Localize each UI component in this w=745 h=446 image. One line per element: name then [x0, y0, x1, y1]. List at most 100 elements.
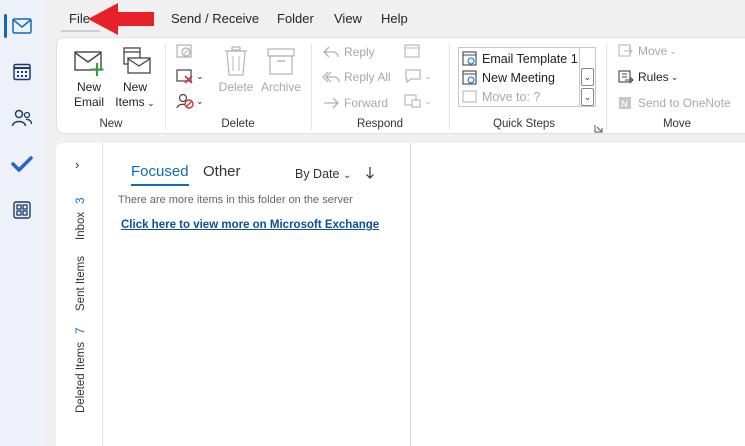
respond-group-label: Respond — [356, 118, 404, 130]
menu-send-receive[interactable]: Send / Receive — [171, 11, 259, 26]
chevron-down-icon: ⌄ — [670, 71, 679, 82]
folder-deleted-items[interactable]: Deleted Items 7 — [75, 328, 87, 413]
menu-file[interactable]: File — [61, 11, 100, 32]
chevron-down-icon: ⌄ — [144, 98, 155, 108]
expand-chevron-icon[interactable]: › — [75, 157, 79, 172]
folder-sent-items[interactable]: Sent Items — [75, 248, 87, 311]
more-chevron-icon[interactable]: ⌄ — [581, 88, 594, 106]
quick-step-label: New Meeting — [482, 71, 555, 85]
people-app-icon[interactable] — [0, 98, 44, 138]
quick-steps-group-label: Quick Steps — [493, 118, 555, 130]
delete-button[interactable]: Delete — [216, 44, 256, 95]
new-email-icon — [72, 44, 106, 78]
quick-steps-gallery: Email Template 1 New Meeting Move to: ? … — [458, 47, 596, 107]
im-icon — [405, 69, 421, 84]
menu-folder[interactable]: Folder — [277, 11, 314, 26]
new-email-button[interactable]: New Email — [69, 44, 109, 110]
quick-step-new-meeting[interactable]: New Meeting — [462, 70, 555, 86]
menu-view[interactable]: View — [334, 11, 362, 26]
move-label: Move — [638, 44, 668, 58]
new-email-label-line2: Email — [73, 95, 104, 109]
new-email-label-line1: New — [76, 80, 101, 94]
new-meeting-icon — [462, 70, 477, 85]
view-more-exchange-link[interactable]: Click here to view more on Microsoft Exc… — [121, 219, 379, 231]
red-arrow-icon — [88, 3, 154, 35]
meeting-reply-icon — [404, 44, 420, 58]
tab-focused[interactable]: Focused — [131, 163, 189, 186]
new-items-icon — [118, 44, 152, 78]
folder-label: Sent Items — [75, 256, 87, 311]
reply-button[interactable]: Reply — [322, 42, 375, 62]
ignore-button[interactable] — [175, 43, 195, 66]
quick-steps-scroll: ⌄ ⌄ — [579, 48, 595, 106]
archive-button[interactable]: Archive — [259, 44, 303, 95]
cleanup-button[interactable]: ⌄ — [175, 67, 204, 85]
mail-app-icon[interactable] — [0, 6, 44, 46]
delete-label: Delete — [218, 80, 254, 94]
svg-text:N: N — [621, 100, 628, 110]
new-items-label-line2: Items — [115, 95, 145, 109]
move-button[interactable]: Move ⌄ — [618, 41, 677, 61]
menu-help[interactable]: Help — [381, 11, 408, 26]
quick-step-label: Move to: ? — [482, 90, 541, 104]
ignore-icon — [176, 44, 192, 58]
folder-label: Deleted Items — [75, 342, 87, 413]
reply-all-icon — [322, 71, 340, 83]
meeting-reply-button[interactable] — [404, 43, 422, 64]
send-to-onenote-button[interactable]: N Send to OneNote — [618, 93, 731, 113]
sort-label: By Date — [295, 167, 340, 181]
send-to-onenote-label: Send to OneNote — [638, 96, 731, 110]
cleanup-icon — [176, 69, 193, 84]
sort-by-date-dropdown[interactable]: By Date ⌄ — [295, 167, 351, 181]
delete-group-label: Delete — [221, 118, 255, 130]
tab-other[interactable]: Other — [203, 163, 241, 180]
quick-step-email-template[interactable]: Email Template 1 — [462, 51, 578, 67]
move-to-icon — [462, 90, 477, 103]
chevron-down-icon[interactable]: ⌄ — [581, 68, 594, 86]
reply-all-button[interactable]: Reply All — [322, 67, 391, 87]
forward-icon — [324, 97, 339, 109]
forward-label: Forward — [344, 96, 389, 110]
move-group-label: Move — [662, 118, 692, 130]
forward-button[interactable]: Forward — [322, 93, 388, 113]
chevron-down-icon: ⌄ — [424, 70, 432, 81]
folder-pane-collapsed: › Inbox 3 Sent Items Deleted Items 7 — [56, 143, 103, 446]
new-items-button[interactable]: New Items ⌄ — [113, 44, 157, 111]
im-reply-button[interactable]: ⌄ — [404, 68, 432, 84]
dialog-launcher-icon[interactable] — [594, 120, 603, 138]
chevron-down-icon: ⌄ — [424, 95, 432, 106]
more-respond-button[interactable]: ⌄ — [404, 93, 432, 109]
calendar-app-icon[interactable] — [0, 52, 44, 92]
email-template-icon — [462, 51, 477, 66]
chevron-down-icon: ⌄ — [196, 95, 204, 106]
reply-label: Reply — [344, 45, 375, 59]
rules-button[interactable]: Rules ⌄ — [618, 67, 678, 87]
reply-icon — [323, 46, 339, 58]
folder-count: 3 — [75, 197, 87, 204]
rules-label: Rules — [638, 70, 669, 84]
folder-label: Inbox — [75, 211, 87, 240]
quick-step-label: Email Template 1 — [482, 52, 578, 66]
chevron-down-icon: ⌄ — [669, 45, 677, 56]
sort-direction-icon[interactable] — [365, 165, 375, 181]
junk-icon — [176, 93, 194, 109]
server-items-notice: There are more items in this folder on t… — [118, 194, 353, 206]
move-icon — [618, 44, 633, 57]
quick-step-move-to[interactable]: Move to: ? — [462, 89, 540, 105]
rules-icon — [618, 70, 634, 84]
archive-icon — [264, 44, 298, 78]
chevron-down-icon: ⌄ — [196, 70, 204, 81]
app-bar — [0, 0, 44, 446]
new-items-label-line1: New — [122, 80, 147, 94]
archive-label: Archive — [260, 80, 301, 94]
reading-pane — [411, 143, 745, 446]
more-respond-icon — [404, 94, 421, 108]
todo-app-icon[interactable] — [0, 144, 44, 184]
reply-all-label: Reply All — [344, 70, 391, 84]
junk-button[interactable]: ⌄ — [175, 92, 204, 110]
chevron-down-icon: ⌄ — [342, 170, 352, 181]
onenote-icon: N — [619, 97, 631, 110]
ribbon: New Email New Items ⌄ New ⌄ ⌄ Delete Arc… — [56, 37, 745, 134]
folder-inbox[interactable]: Inbox 3 — [75, 197, 87, 240]
apps-grid-icon[interactable] — [0, 190, 44, 230]
